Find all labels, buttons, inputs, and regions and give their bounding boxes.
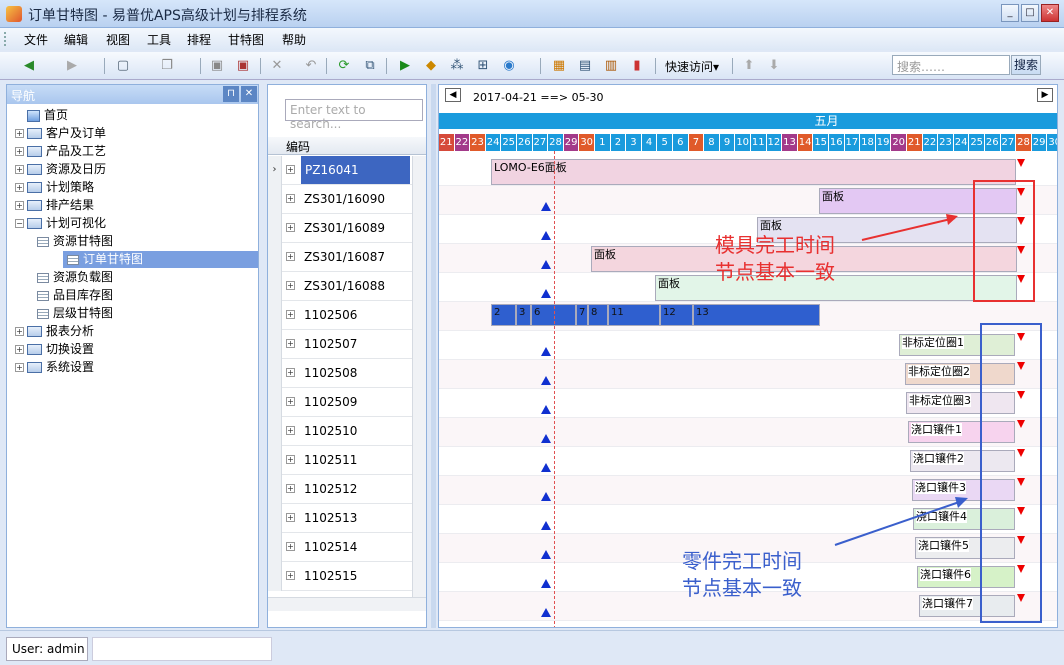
mold-annotation-line1: 模具完工时间 [715,233,835,257]
red-arrow [861,217,956,241]
status-blank [92,637,272,661]
blue-arrow [834,499,966,546]
red-arrow-head [946,214,958,225]
mold-annotation-line2: 节点基本一致 [715,260,835,284]
annotation-arrows [834,214,968,546]
status-user: User: admin [6,637,88,661]
status-bar: User: admin [0,630,1064,665]
part-annotation-line1: 零件完工时间 [682,549,802,573]
part-annotation-line2: 节点基本一致 [682,576,802,600]
blue-arrow-head [955,497,968,508]
mold-annotation-text: 模具完工时间 节点基本一致 [715,232,835,286]
part-annotation-text: 零件完工时间 节点基本一致 [682,548,802,602]
